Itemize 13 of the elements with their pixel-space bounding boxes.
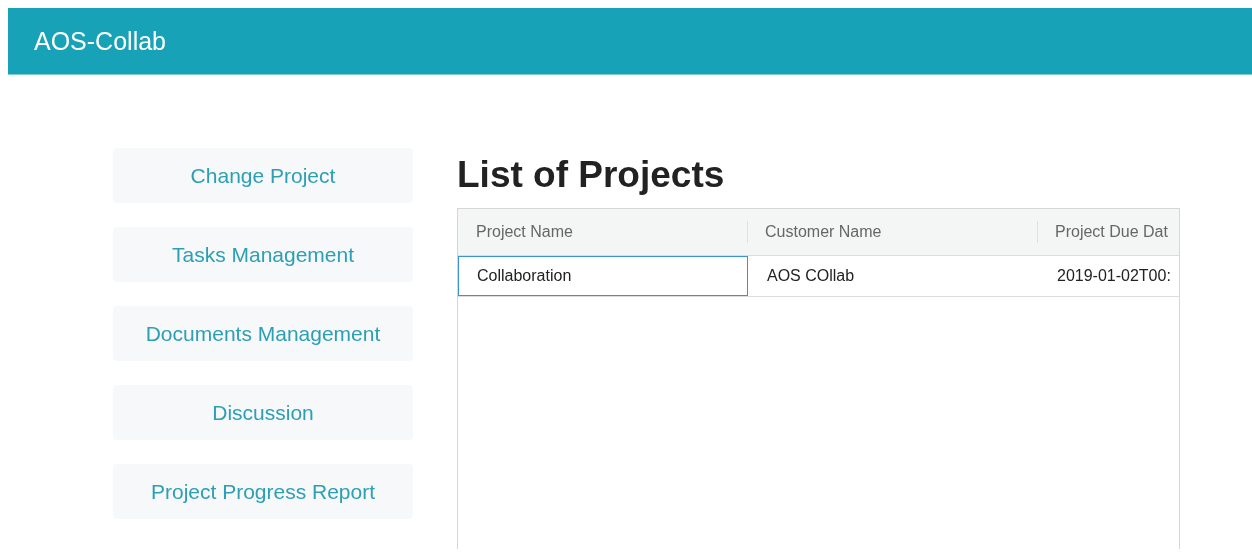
nav-button[interactable]: Project Progress Report <box>113 464 413 519</box>
column-header[interactable]: Customer Name <box>748 221 1038 243</box>
page-title: List of Projects <box>457 153 726 197</box>
column-header[interactable]: Project Name <box>458 221 748 243</box>
column-header[interactable]: Project Due Dat <box>1038 209 1179 255</box>
nav-button[interactable]: Documents Management <box>113 306 413 361</box>
table-cell[interactable]: Collaboration <box>458 256 748 296</box>
table-cell[interactable]: AOS COllab <box>748 256 1038 296</box>
nav-button[interactable]: Change Project <box>113 148 413 203</box>
nav-button[interactable]: Tasks Management <box>113 227 413 282</box>
table-cell[interactable]: 2019-01-02T00: <box>1038 256 1179 296</box>
app-title: AOS-Collab <box>34 26 166 56</box>
nav-button[interactable]: Discussion <box>113 385 413 440</box>
